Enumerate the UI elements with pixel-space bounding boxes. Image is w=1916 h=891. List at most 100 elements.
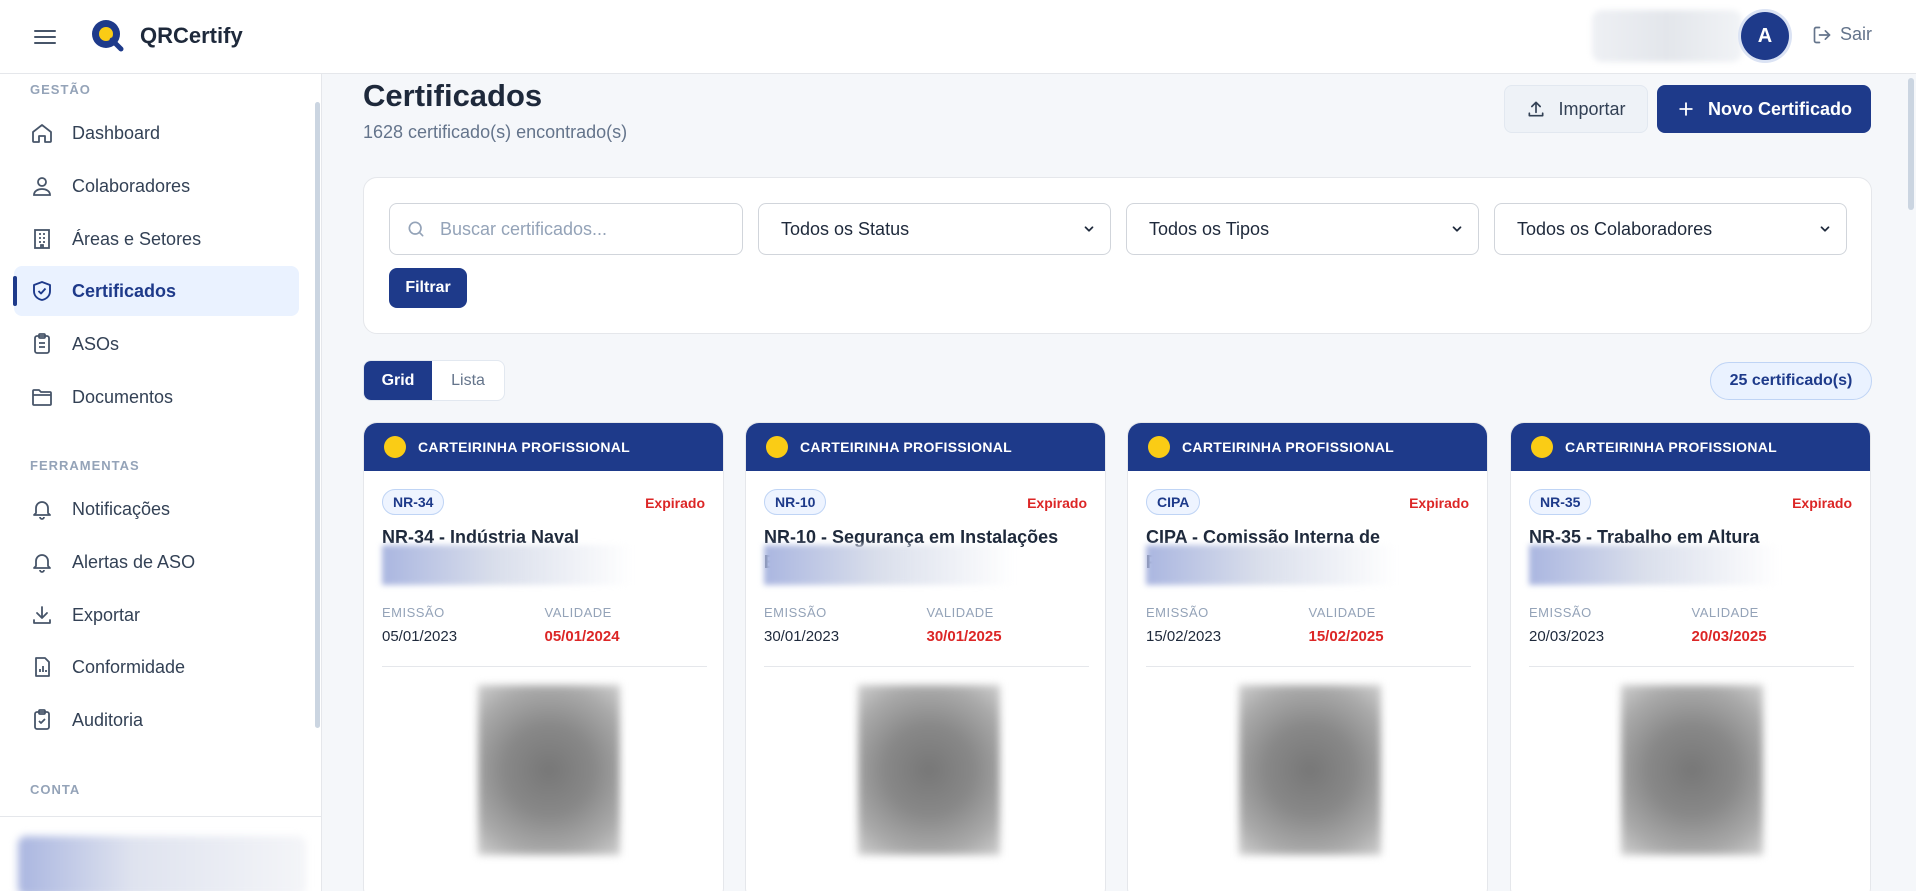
type-select[interactable]: Todos os Tipos <box>1126 203 1479 255</box>
category-dot-icon <box>1531 436 1553 458</box>
upload-icon <box>1528 101 1544 117</box>
search-input[interactable]: Buscar certificados... <box>389 203 743 255</box>
qr-code-redacted <box>858 685 1000 855</box>
home-icon <box>32 124 52 143</box>
sidebar-item-conformidade[interactable]: Conformidade <box>14 642 299 692</box>
card-status: Expirado <box>1409 495 1469 511</box>
validity-date: 30/01/2025 <box>926 628 1002 645</box>
chevron-down-icon <box>1084 226 1094 232</box>
brand-name: QRCertify <box>140 23 243 48</box>
clipboard-icon <box>34 333 50 354</box>
category-dot-icon <box>384 436 406 458</box>
chevron-down-icon <box>1452 226 1462 232</box>
user-icon <box>33 177 51 196</box>
emission-date: 05/01/2023 <box>382 628 458 645</box>
collaborator-select-value: Todos os Colaboradores <box>1517 218 1713 239</box>
emission-date: 15/02/2023 <box>1146 628 1222 645</box>
logout-button[interactable]: Sair <box>1812 24 1872 45</box>
collaborator-redacted <box>382 545 632 585</box>
card-status: Expirado <box>1027 495 1087 511</box>
sidebar-item-label: ASOs <box>72 333 120 354</box>
certificate-count-badge: 25 certificado(s) <box>1710 362 1872 400</box>
sidebar-item-auditoria[interactable]: Auditoria <box>14 695 299 745</box>
import-label: Importar <box>1558 98 1626 119</box>
card-header: CARTEIRINHA PROFISSIONAL <box>746 423 1105 471</box>
main-scrollbar[interactable] <box>1908 78 1914 210</box>
card-divider <box>1146 666 1471 667</box>
search-icon <box>408 221 424 237</box>
card-category: CARTEIRINHA PROFISSIONAL <box>1182 439 1395 455</box>
card-dates: EMISSÃO 20/03/2023 VALIDADE 20/03/2025 <box>1529 605 1854 645</box>
collaborator-redacted <box>764 545 1014 585</box>
chart-file-icon <box>35 657 50 677</box>
sidebar-item-label: Dashboard <box>72 122 161 143</box>
status-select[interactable]: Todos os Status <box>758 203 1111 255</box>
card-code-badge: NR-35 <box>1529 489 1592 515</box>
qr-code-redacted <box>1239 685 1381 855</box>
sidebar-item-notificacoes[interactable]: Notificações <box>14 484 299 534</box>
sidebar: GESTÃO Dashboard Colaboradores Áreas e S… <box>0 74 322 891</box>
sidebar-divider <box>0 816 321 817</box>
emission-label: EMISSÃO <box>1146 605 1209 620</box>
search-placeholder: Buscar certificados... <box>440 218 608 239</box>
page-subtitle: 1628 certificado(s) encontrado(s) <box>363 122 628 142</box>
qr-code-redacted <box>478 685 620 855</box>
import-button[interactable]: Importar <box>1504 85 1648 133</box>
user-name-redacted <box>1592 10 1742 62</box>
card-category: CARTEIRINHA PROFISSIONAL <box>1565 439 1778 455</box>
validity-date: 05/01/2024 <box>544 628 620 645</box>
sidebar-item-label: Áreas e Setores <box>72 228 202 249</box>
sidebar-item-label: Notificações <box>72 498 171 519</box>
bell-icon <box>33 554 51 573</box>
card-status: Expirado <box>645 495 705 511</box>
bell-icon <box>33 501 51 520</box>
card-dates: EMISSÃO 15/02/2023 VALIDADE 15/02/2025 <box>1146 605 1471 645</box>
sidebar-item-certificados[interactable]: Certificados <box>13 266 299 316</box>
sidebar-item-exportar[interactable]: Exportar <box>14 590 299 640</box>
validity-date: 20/03/2025 <box>1691 628 1767 645</box>
menu-icon[interactable] <box>34 26 56 46</box>
avatar[interactable]: A <box>1741 12 1789 60</box>
emission-label: EMISSÃO <box>382 605 445 620</box>
sidebar-scrollbar[interactable] <box>315 102 320 728</box>
card-header: CARTEIRINHA PROFISSIONAL <box>1128 423 1487 471</box>
collaborator-select[interactable]: Todos os Colaboradores <box>1494 203 1847 255</box>
sidebar-item-dashboard[interactable]: Dashboard <box>14 108 299 158</box>
card-category: CARTEIRINHA PROFISSIONAL <box>418 439 631 455</box>
sidebar-item-colaboradores[interactable]: Colaboradores <box>14 161 299 211</box>
category-dot-icon <box>766 436 788 458</box>
plus-icon <box>1679 102 1693 116</box>
download-icon <box>33 606 51 624</box>
certificate-card[interactable]: CARTEIRINHA PROFISSIONAL NR-35 Expirado … <box>1510 422 1871 891</box>
new-certificate-button[interactable]: Novo Certificado <box>1657 85 1871 133</box>
collaborator-redacted <box>1146 545 1396 585</box>
qr-code-redacted <box>1621 685 1763 855</box>
sidebar-section-ferramentas: FERRAMENTAS <box>30 458 140 473</box>
emission-label: EMISSÃO <box>1529 605 1592 620</box>
certificate-card[interactable]: CARTEIRINHA PROFISSIONAL CIPA Expirado C… <box>1127 422 1488 891</box>
sidebar-item-alertas-aso[interactable]: Alertas de ASO <box>14 537 299 587</box>
view-grid-button[interactable]: Grid <box>364 361 433 400</box>
certificate-card[interactable]: CARTEIRINHA PROFISSIONAL NR-10 Expirado … <box>745 422 1106 891</box>
account-redacted[interactable] <box>18 836 306 891</box>
sidebar-item-label: Certificados <box>72 280 177 301</box>
sidebar-item-label: Colaboradores <box>72 175 191 196</box>
sidebar-item-documentos[interactable]: Documentos <box>14 372 299 422</box>
emission-date: 20/03/2023 <box>1529 628 1605 645</box>
validity-date: 15/02/2025 <box>1308 628 1384 645</box>
building-icon <box>34 229 50 249</box>
card-category: CARTEIRINHA PROFISSIONAL <box>800 439 1013 455</box>
sidebar-item-label: Documentos <box>72 386 174 407</box>
sidebar-item-areas[interactable]: Áreas e Setores <box>14 214 299 264</box>
validity-label: VALIDADE <box>1691 605 1759 620</box>
logout-label: Sair <box>1840 24 1873 44</box>
view-list-button[interactable]: Lista <box>432 361 504 400</box>
sidebar-item-asos[interactable]: ASOs <box>14 319 299 369</box>
certificate-card[interactable]: CARTEIRINHA PROFISSIONAL NR-34 Expirado … <box>363 422 724 891</box>
filter-button[interactable]: Filtrar <box>389 268 467 308</box>
card-divider <box>382 666 707 667</box>
status-select-value: Todos os Status <box>781 218 910 239</box>
clipboard-check-icon <box>34 709 50 730</box>
card-divider <box>1529 666 1854 667</box>
card-header: CARTEIRINHA PROFISSIONAL <box>1511 423 1870 471</box>
